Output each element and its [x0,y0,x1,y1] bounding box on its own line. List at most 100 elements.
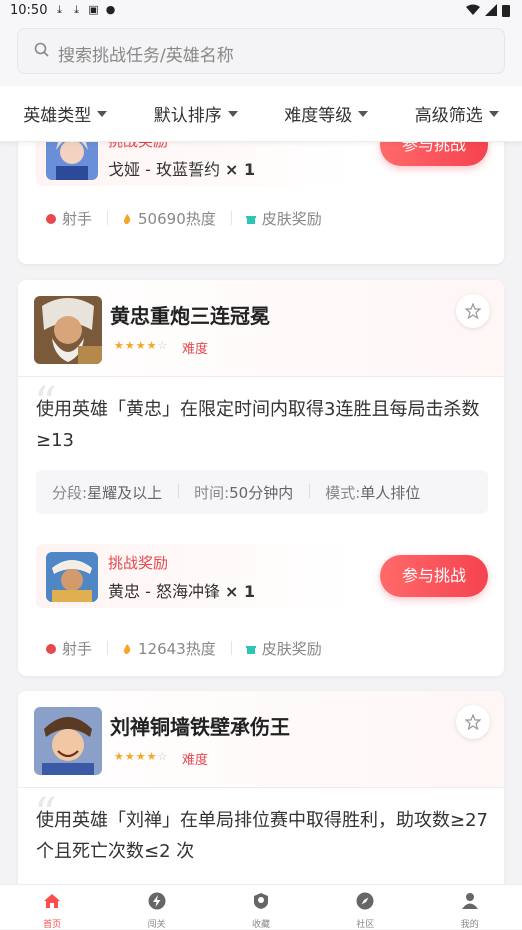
challenge-card: 挑战奖励 戈娅 - 玫蓝誓约 × 1 参与挑战 射手 50690热度 皮肤奖励 [18,142,504,264]
filter-label: 英雄类型 [23,106,92,126]
card-header: 黄忠重炮三连冠冕 ★ ★ ★ ★ ☆ 难度 [18,280,504,377]
filter-sort[interactable]: 默认排序 [154,101,238,126]
challenge-meta: 分段:星耀及以上 时间:50分钟内 模式:单人排位 [36,470,488,514]
caret-down-icon [488,110,499,117]
status-system-icons [466,4,510,17]
reward-skin-image [46,552,98,602]
tab-favorites[interactable]: 收藏 [231,885,291,930]
signal-icon [485,4,497,16]
reward-label: 挑战奖励 [108,554,169,572]
star-filled-icon: ★ [114,750,124,763]
bottom-tab-bar: 首页 闯关 收藏 社区 我的 [0,884,522,930]
filter-label: 难度等级 [284,106,353,126]
status-time: 10:50 [10,3,48,18]
battery-icon [502,5,510,17]
favorite-button[interactable] [456,294,490,328]
caret-down-icon [227,110,238,117]
tab-label: 社区 [356,920,375,930]
caret-down-icon [358,110,369,117]
reward-box: 挑战奖励 戈娅 - 玫蓝誓约 × 1 [36,142,356,186]
challenge-card[interactable]: 刘禅铜墙铁壁承伤王 ★ ★ ★ ★ ☆ 难度 “ 使用英雄「刘禅」在单局排位赛中取得胜利… [18,691,504,884]
filter-label: 默认排序 [153,106,222,126]
challenge-feed[interactable]: 挑战奖励 戈娅 - 玫蓝誓约 × 1 参与挑战 射手 50690热度 皮肤奖励 … [0,142,522,884]
tag-heat: 12643热度 [122,638,232,659]
flame-icon [124,213,131,224]
card-tags: 射手 12643热度 皮肤奖励 [46,638,352,659]
filter-bar: 英雄类型 默认排序 难度等级 高级筛选 [0,86,522,142]
difficulty-stars: ★ ★ ★ ★ ☆ [114,750,167,763]
compass-icon [356,892,374,910]
reward-label: 挑战奖励 [108,142,168,151]
role-icon [46,213,56,224]
reward-name: 黄忠 - 怒海冲锋 × 1 [108,582,256,601]
gift-icon [245,645,256,654]
caret-down-icon [97,110,108,117]
tag-heat: 50690热度 [122,208,232,229]
user-icon [461,893,478,909]
card-header: 刘禅铜墙铁壁承伤王 ★ ★ ★ ★ ☆ 难度 [18,691,504,788]
gift-icon [245,215,256,224]
tag-role: 射手 [46,638,109,659]
star-filled-icon: ★ [114,339,124,352]
wifi-icon [466,4,480,15]
tag-reward: 皮肤奖励 [245,638,338,659]
tab-label: 我的 [460,920,479,930]
star-outline-icon [465,714,481,730]
reward-skin-image [46,142,98,180]
tab-label: 首页 [43,920,62,930]
filter-hero-type[interactable]: 英雄类型 [23,101,108,126]
challenge-title: 黄忠重炮三连冠冕 [110,304,270,328]
star-outline-icon [465,303,481,319]
difficulty-label: 难度 [182,753,209,768]
challenge-description: 使用英雄「刘禅」在单局排位赛中取得胜利，助攻数≥27 个且死亡次数≤2 次 [36,810,488,862]
star-filled-icon: ★ [124,339,135,352]
reward-name: 戈娅 - 玫蓝誓约 × 1 [108,160,256,179]
star-empty-icon: ☆ [157,339,168,352]
reward-box: 挑战奖励 黄忠 - 怒海冲锋 × 1 [36,544,356,608]
star-filled-icon: ★ [146,750,157,763]
tab-profile[interactable]: 我的 [440,885,500,930]
challenge-description: 使用英雄「黄忠」在限定时间内取得3连胜且每局击杀数≥13 [36,399,480,451]
star-filled-icon: ★ [135,339,146,352]
favorite-button[interactable] [456,705,490,739]
tab-label: 闯关 [147,920,166,930]
filter-difficulty[interactable]: 难度等级 [284,101,369,126]
meta-time: 时间:50分钟内 [178,482,309,503]
search-area: 搜索挑战任务/英雄名称 [0,22,522,86]
challenge-card[interactable]: 黄忠重炮三连冠冕 ★ ★ ★ ★ ☆ 难度 “ 使用英雄「黄忠」在限定时间内取得3连胜且… [18,280,504,676]
status-notification-icons: ⤓ ⤓ ▣ ● [54,4,116,16]
star-filled-icon: ★ [146,339,157,352]
difficulty-stars: ★ ★ ★ ★ ☆ [114,339,167,352]
star-filled-icon: ★ [124,750,135,763]
tab-home[interactable]: 首页 [22,885,82,930]
app-notification-icon: ▣ [88,3,99,16]
role-icon [46,643,56,654]
difficulty-label: 难度 [182,342,209,357]
card-tags: 射手 50690热度 皮肤奖励 [46,208,352,229]
star-empty-icon: ☆ [157,750,168,763]
filter-label: 高级筛选 [414,106,483,126]
filter-advanced[interactable]: 高级筛选 [415,101,499,126]
tag-reward: 皮肤奖励 [245,208,338,229]
flame-icon [124,643,131,654]
download-icon: ⤓ [74,3,79,16]
tab-label: 收藏 [251,920,270,930]
star-filled-icon: ★ [135,750,146,763]
search-input[interactable]: 搜索挑战任务/英雄名称 [17,28,505,74]
join-challenge-button[interactable]: 参与挑战 [380,142,488,166]
tab-challenge[interactable]: 闯关 [127,885,187,930]
bookmark-icon [253,893,268,909]
tag-role: 射手 [46,208,109,229]
home-icon [44,894,61,908]
hero-avatar [34,707,102,775]
download-icon: ⤓ [57,3,62,16]
challenge-title: 刘禅铜墙铁壁承伤王 [110,715,290,739]
lightning-icon [148,892,166,910]
alert-icon: ● [105,3,116,16]
join-challenge-button[interactable]: 参与挑战 [380,555,488,597]
meta-rank: 分段:星耀及以上 [52,483,163,502]
search-icon [34,42,49,57]
hero-avatar [34,296,102,364]
search-placeholder: 搜索挑战任务/英雄名称 [58,46,234,66]
tab-community[interactable]: 社区 [335,885,395,930]
